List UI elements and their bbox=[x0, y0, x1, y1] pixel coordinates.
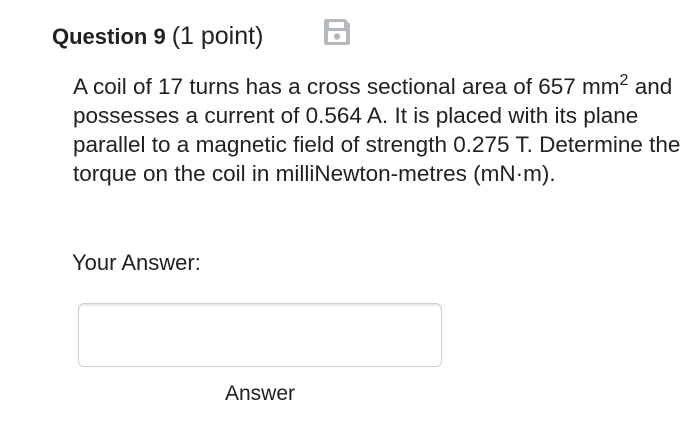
question-points: (1 point) bbox=[171, 22, 264, 50]
your-answer-label: Your Answer: bbox=[72, 250, 201, 275]
answer-input[interactable] bbox=[78, 303, 442, 367]
question-text-part1: A coil of 17 turns has a cross sectional… bbox=[73, 74, 620, 99]
question-title: Question 9 bbox=[52, 23, 166, 49]
superscript-exponent: 2 bbox=[619, 71, 629, 89]
question-header: Question 9 (1 point) bbox=[52, 22, 263, 51]
answer-caption: Answer bbox=[224, 382, 296, 405]
save-icon[interactable] bbox=[321, 16, 353, 48]
question-text: A coil of 17 turns has a cross sectional… bbox=[73, 72, 683, 188]
